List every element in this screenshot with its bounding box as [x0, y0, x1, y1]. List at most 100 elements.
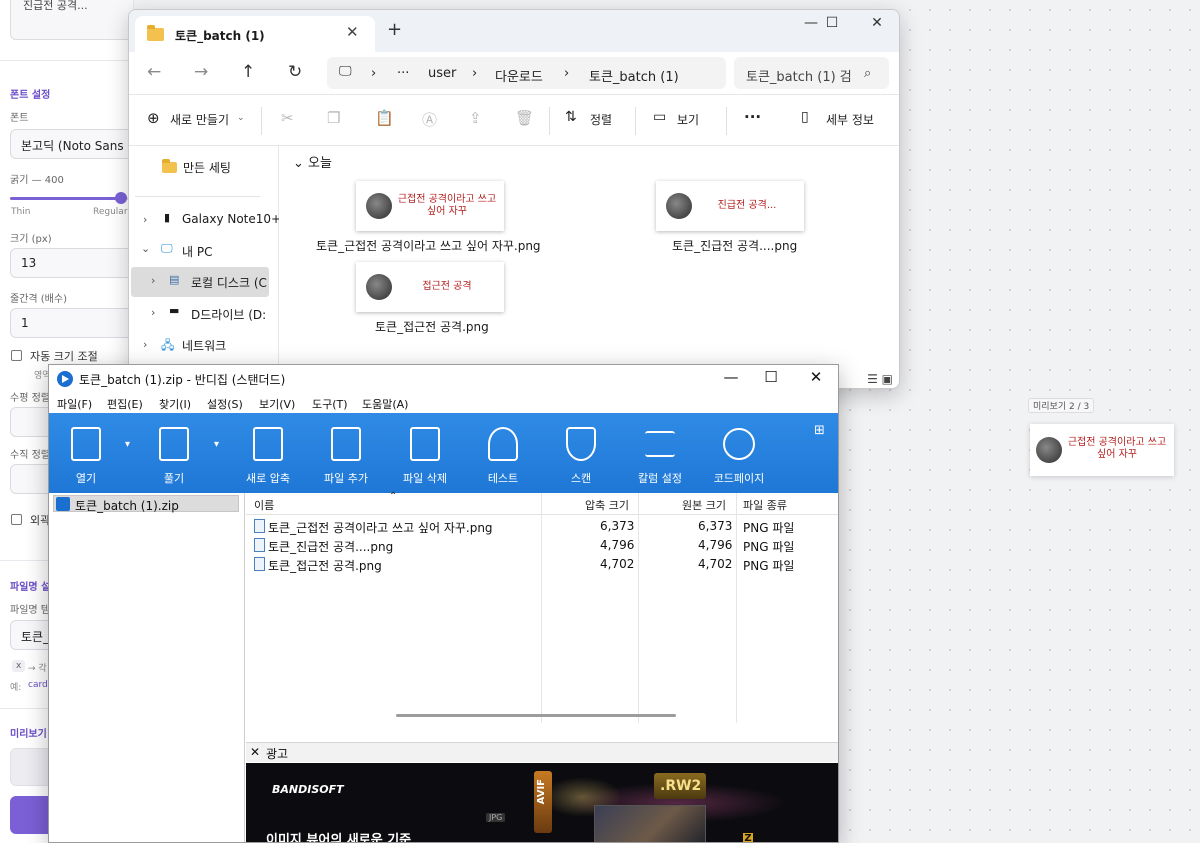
refresh-icon[interactable]: ↻ [288, 62, 302, 82]
columns-button[interactable]: 칼럼 설정 [621, 413, 699, 493]
copy-icon[interactable]: ❐ [327, 109, 340, 127]
delete-file-button[interactable]: 파일 삭제 [386, 413, 464, 493]
paste-icon[interactable]: 📋 [375, 109, 394, 127]
file-thumbnail[interactable]: 근접전 공격이라고 쓰고 싶어 자꾸 [356, 181, 504, 231]
table-row[interactable]: 토큰_진급전 공격....png 4,796 4,796 PNG 파일 [246, 536, 838, 555]
new-button[interactable]: 새로 만들기 [170, 111, 229, 128]
column-header-compressed[interactable]: 압축 크기 [585, 497, 629, 513]
thumbnail-text: 접근전 공격 [422, 281, 472, 292]
font-select[interactable]: 본고딕 (Noto Sans KR) [10, 129, 133, 159]
new-archive-button[interactable]: 새로 압축 [229, 413, 307, 493]
test-button[interactable]: 테스트 [464, 413, 542, 493]
window-title: 토큰_batch (1).zip - 반디집 (스탠더드) [79, 373, 286, 387]
png-file-icon [254, 557, 265, 571]
chevron-right-icon[interactable]: › [151, 274, 155, 287]
chevron-right-icon[interactable]: › [151, 306, 155, 319]
ad-screenshot-image [594, 805, 706, 842]
weight-slider-thumb[interactable] [115, 192, 127, 204]
file-thumbnail[interactable]: 접근전 공격 [356, 262, 504, 312]
file-name[interactable]: 토큰_진급전 공격....png [672, 237, 797, 254]
text-input-area[interactable]: 진급전 공격... [10, 0, 133, 40]
size-input[interactable]: 13 [10, 248, 133, 278]
chevron-right-icon[interactable]: › [143, 213, 147, 226]
chevron-down-icon[interactable]: ▾ [125, 439, 130, 450]
group-header[interactable]: ⌄ 오늘 [293, 152, 332, 171]
view-button[interactable]: 보기 [677, 111, 699, 128]
column-header-type[interactable]: 파일 종류 [743, 497, 787, 513]
up-arrow-icon[interactable]: ↑ [241, 62, 255, 82]
ad-header: ✕ 광고 [246, 742, 838, 762]
menu-find[interactable]: 찾기(I) [159, 396, 191, 412]
chevron-down-icon: ⌄ [293, 156, 309, 171]
view-toggle-icons[interactable]: ☰ ▣ [867, 372, 893, 386]
share-icon[interactable]: ⇪ [469, 109, 482, 127]
file-name[interactable]: 토큰_접근전 공격.png [375, 318, 489, 335]
archive-icon [253, 427, 283, 461]
minimize-icon[interactable]: — [716, 368, 746, 386]
chevron-right-icon[interactable]: › [143, 338, 147, 351]
file-thumbnail[interactable]: 진급전 공격... [656, 181, 804, 231]
nav-item-d-drive[interactable]: D드라이브 (D: [191, 306, 266, 323]
tree-item-archive[interactable]: 토큰_batch (1).zip [53, 495, 239, 513]
column-header-name[interactable]: 이름 [254, 497, 274, 513]
codepage-button[interactable]: 코드페이지 [700, 413, 778, 493]
zip-icon [56, 497, 70, 511]
menu-view[interactable]: 보기(V) [259, 396, 295, 412]
breadcrumb-downloads[interactable]: 다운로드 [495, 66, 543, 85]
title-bar: 토큰_batch (1).zip - 반디집 (스탠더드) — ☐ ✕ [49, 365, 838, 393]
chevron-down-icon[interactable]: ⌄ [141, 242, 150, 255]
nav-item-local-disk[interactable]: 로컬 디스크 (C [191, 274, 267, 291]
breadcrumb-ellipsis[interactable]: ··· [397, 66, 409, 81]
close-icon[interactable]: ✕ [801, 368, 831, 386]
nav-item-my-pc[interactable]: 내 PC [182, 243, 212, 260]
maximize-icon[interactable]: ☐ [812, 15, 852, 31]
forward-arrow-icon[interactable]: → [194, 62, 208, 82]
column-header-original[interactable]: 원본 크기 [682, 497, 726, 513]
maximize-icon[interactable]: ☐ [756, 368, 786, 386]
autosize-checkbox[interactable] [11, 350, 22, 361]
more-options-icon[interactable]: ··· [744, 108, 761, 126]
row-compressed: 4,702 [600, 557, 635, 571]
line-height-input[interactable]: 1 [10, 308, 133, 338]
new-tab-button[interactable]: + [387, 19, 402, 40]
open-button[interactable]: 열기 [49, 413, 125, 493]
back-arrow-icon[interactable]: ← [147, 62, 161, 82]
breadcrumb-user[interactable]: user [428, 66, 456, 81]
breadcrumb-folder[interactable]: 토큰_batch (1) [589, 66, 679, 85]
rename-icon[interactable]: Ⓐ [422, 109, 437, 130]
menu-edit[interactable]: 편집(E) [107, 396, 143, 412]
hint-tag: x [12, 660, 26, 672]
close-tab-icon[interactable]: ✕ [346, 23, 359, 41]
preview-card[interactable]: 근접전 공격이라고 쓰고 싶어 자꾸 [1030, 424, 1174, 476]
search-input[interactable]: 토큰_batch (1) 검 ⌕ [734, 57, 889, 89]
menu-file[interactable]: 파일(F) [57, 396, 92, 412]
extract-button[interactable]: 풀기 [135, 413, 213, 493]
tab-bar: 토큰_batch (1) ✕ + — ☐ ✕ [129, 10, 899, 52]
menu-settings[interactable]: 설정(S) [207, 396, 243, 412]
scan-button[interactable]: 스캔 [542, 413, 620, 493]
menu-tools[interactable]: 도구(T) [312, 396, 348, 412]
file-name[interactable]: 토큰_근접전 공격이라고 쓰고 싶어 자꾸.png [316, 237, 541, 254]
address-bar[interactable]: 🖵 › ··· user › 다운로드 › 토큰_batch (1) [327, 57, 726, 89]
layout-grid-icon[interactable]: ⊞ [814, 423, 825, 438]
chevron-down-icon[interactable]: ▾ [214, 439, 219, 450]
sort-button[interactable]: 정렬 [590, 111, 612, 128]
tab-current[interactable]: 토큰_batch (1) ✕ [135, 16, 375, 52]
row-compressed: 4,796 [600, 538, 635, 552]
close-ad-icon[interactable]: ✕ [250, 745, 260, 759]
horizontal-scrollbar[interactable] [396, 714, 676, 717]
add-file-button[interactable]: 파일 추가 [307, 413, 385, 493]
table-row[interactable]: 토큰_근접전 공격이라고 쓰고 싶어 자꾸.png 6,373 6,373 PN… [246, 517, 838, 536]
nav-item-galaxy[interactable]: Galaxy Note10+ [182, 212, 281, 226]
close-icon[interactable]: ✕ [857, 15, 897, 31]
nav-item-made-settings[interactable]: 만든 세팅 [183, 159, 231, 176]
delete-icon[interactable]: 🗑 [515, 109, 534, 127]
ad-banner[interactable]: BANDISOFT 이미지 뷰어의 새로운 기준 JPG AVIF .RW2 Z [246, 763, 838, 842]
details-button[interactable]: 세부 정보 [826, 111, 874, 128]
menu-help[interactable]: 도움말(A) [362, 396, 408, 412]
outline-checkbox[interactable] [11, 514, 22, 525]
table-row[interactable]: 토큰_접근전 공격.png 4,702 4,702 PNG 파일 [246, 555, 838, 574]
nav-item-network[interactable]: 네트워크 [182, 337, 226, 354]
cut-icon[interactable]: ✂ [281, 109, 294, 127]
avatar [366, 193, 392, 219]
